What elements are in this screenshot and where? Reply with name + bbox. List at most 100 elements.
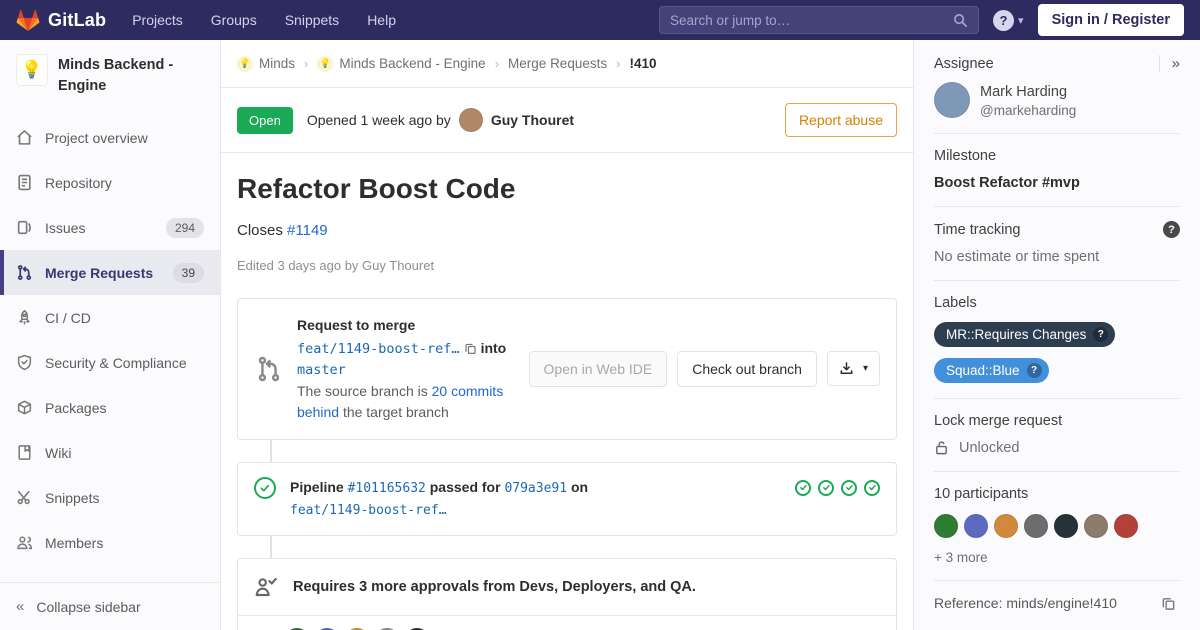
help-menu[interactable]: ? ▾ [993,10,1024,31]
sidebar-item-members[interactable]: Members [0,520,220,565]
project-avatar: 💡 [16,54,48,86]
scoped-label-help-icon: ? [1027,363,1042,378]
pipeline-id-link[interactable]: #101165632 [348,481,426,496]
search-input[interactable] [670,13,953,28]
approvals-box: Requires 3 more approvals from Devs, Dep… [237,558,897,630]
lock-status-value: Unlocked [959,440,1019,456]
merge-info: Request to merge feat/1149-boost-ref…int… [297,315,516,423]
status-badge: Open [237,107,293,134]
pipeline-stages [795,477,880,496]
stage-passed-icon[interactable] [841,480,857,496]
breadcrumb-section-label: Merge Requests [508,56,607,71]
breadcrumb-merge-requests[interactable]: Merge Requests [508,56,607,71]
scoped-label-help-icon: ? [1093,327,1108,342]
breadcrumb-group[interactable]: 💡 Minds [237,56,295,72]
breadcrumb-project[interactable]: 💡 Minds Backend - Engine [317,56,485,72]
help-icon: ? [993,10,1014,31]
sidebar-item-ci-cd[interactable]: CI / CD [0,295,220,340]
participant-avatar[interactable] [994,514,1018,538]
nav-groups[interactable]: Groups [211,12,257,28]
participant-avatar[interactable] [964,514,988,538]
project-nav: Project overview Repository Issues 294 M… [0,115,220,565]
approvals-heading-row: Requires 3 more approvals from Devs, Dep… [238,559,896,616]
author-avatar[interactable] [459,108,483,132]
download-icon [839,361,854,376]
copy-reference-icon[interactable] [1161,596,1176,611]
reference-row: Reference: minds/engine!410 [934,595,1180,611]
report-abuse-button[interactable]: Report abuse [785,103,897,137]
assignee-name: Mark Harding [980,82,1076,102]
collapse-right-sidebar-icon[interactable]: » [1159,55,1180,72]
target-branch-link[interactable]: master [297,362,346,378]
pipeline-box: Pipeline #101165632 passed for 079a3e91 … [237,462,897,536]
approvals-detail-row: View eligible approvers [238,616,896,630]
milestone-value[interactable]: Boost Refactor #mvp [934,175,1180,191]
participants-avatars [934,514,1180,538]
breadcrumb-separator-icon: › [616,56,620,71]
sidebar-item-project-overview[interactable]: Project overview [0,115,220,160]
sidebar-item-packages[interactable]: Packages [0,385,220,430]
author-name[interactable]: Guy Thouret [491,112,574,128]
pipeline-branch-link[interactable]: feat/1149-boost-ref… [290,503,447,518]
sidebar-item-merge-requests[interactable]: Merge Requests 39 [0,250,220,295]
merge-actions: Open in Web IDE Check out branch ▾ [529,315,880,423]
collapse-sidebar-button[interactable]: « Collapse sidebar [0,582,220,630]
pipeline-text: Pipeline #101165632 passed for 079a3e91 … [290,477,588,521]
pipeline-label: Pipeline [290,479,344,495]
sidebar-item-wiki[interactable]: Wiki [0,430,220,475]
breadcrumb-group-label: Minds [259,56,295,71]
more-participants-link[interactable]: + 3 more [934,550,1180,565]
project-context-header[interactable]: 💡 Minds Backend - Engine [0,40,220,107]
download-dropdown-button[interactable]: ▾ [827,351,880,386]
participant-avatar[interactable] [1024,514,1048,538]
nav-help[interactable]: Help [367,12,396,28]
shield-icon [16,354,33,371]
mr-title: Refactor Boost Code [237,173,897,205]
sidebar-item-security-compliance[interactable]: Security & Compliance [0,340,220,385]
check-out-branch-button[interactable]: Check out branch [677,351,817,387]
book-icon [16,444,33,461]
label-text: MR::Requires Changes [946,327,1086,342]
gitlab-logo[interactable]: GitLab [16,9,106,32]
source-branch-link[interactable]: feat/1149-boost-ref… [297,341,460,357]
closes-issue-link[interactable]: #1149 [287,222,328,239]
nav-snippets[interactable]: Snippets [285,12,339,28]
time-tracking-help-icon[interactable]: ? [1163,221,1180,238]
participant-avatar[interactable] [1114,514,1138,538]
nav-projects[interactable]: Projects [132,12,183,28]
pipeline-passed-icon[interactable] [254,477,276,499]
primary-nav: Projects Groups Snippets Help [132,12,396,28]
time-tracking-value: No estimate or time spent [934,249,1180,265]
label-pill-mr-requires-changes[interactable]: MR::Requires Changes ? [934,322,1115,347]
sidebar-item-label: Wiki [45,445,71,461]
participant-avatar[interactable] [1054,514,1078,538]
sign-in-register-button[interactable]: Sign in / Register [1038,4,1184,36]
breadcrumb: 💡 Minds › 💡 Minds Backend - Engine › Mer… [221,40,913,88]
label-pill-squad-blue[interactable]: Squad::Blue ? [934,358,1049,383]
closes-label: Closes [237,222,283,239]
copy-branch-icon[interactable] [464,342,477,355]
sidebar-item-issues[interactable]: Issues 294 [0,205,220,250]
sidebar-item-label: Repository [45,175,112,191]
reference-block: Reference: minds/engine!410 [934,595,1180,626]
participant-avatar[interactable] [934,514,958,538]
issuable-sidebar: Assignee » Mark Harding @markeharding Mi… [913,40,1200,630]
sidebar-item-label: Members [45,535,103,551]
commit-sha-link[interactable]: 079a3e91 [504,481,567,496]
widget-connector [270,536,272,558]
pipeline-on-label: on [571,479,588,495]
stage-passed-icon[interactable] [818,480,834,496]
open-web-ide-button[interactable]: Open in Web IDE [529,351,668,387]
global-search[interactable] [659,6,979,34]
breadcrumb-current-mr: !410 [629,56,656,71]
stage-passed-icon[interactable] [864,480,880,496]
sidebar-item-repository[interactable]: Repository [0,160,220,205]
participant-avatar[interactable] [1084,514,1108,538]
file-icon [16,174,33,191]
assignee-row[interactable]: Mark Harding @markeharding [934,82,1180,118]
breadcrumb-separator-icon: › [495,56,499,71]
stage-passed-icon[interactable] [795,480,811,496]
assignee-avatar[interactable] [934,82,970,118]
sidebar-item-snippets[interactable]: Snippets [0,475,220,520]
navbar-right: ? ▾ Sign in / Register [659,4,1184,36]
